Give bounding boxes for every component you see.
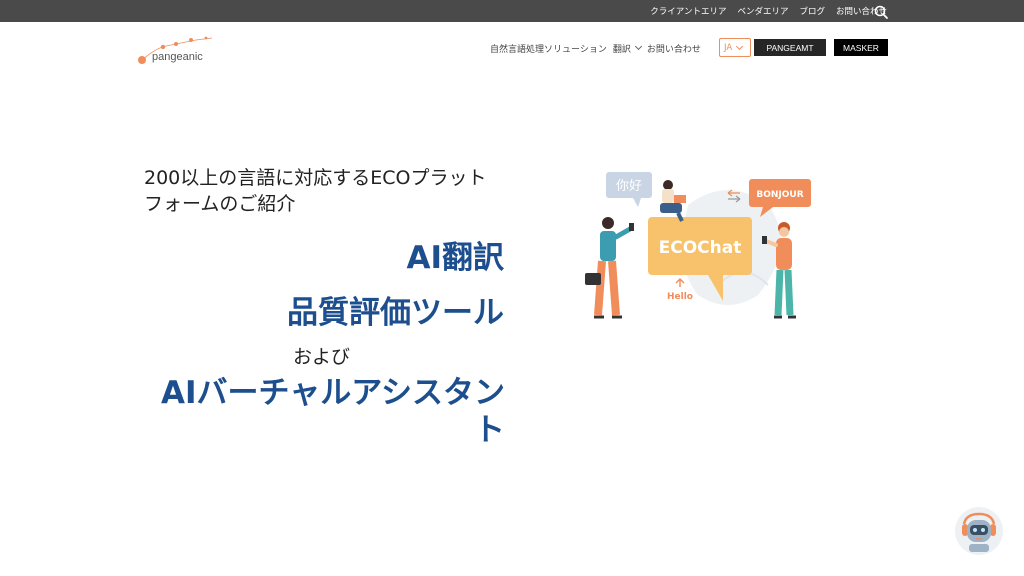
logo-text[interactable]: pangeanic (152, 51, 203, 63)
blog-link[interactable]: ブログ (799, 5, 825, 17)
main-header: pangeanic 自然言語処理ソリューション 翻訳 お問い合わせ JA PAN… (0, 22, 1024, 72)
hello-text: Hello (667, 292, 693, 302)
and-text: および (293, 346, 351, 368)
heading-ai-translation: AI翻訳 (406, 240, 504, 276)
vendor-area-link[interactable]: ベンダエリア (737, 5, 788, 17)
nav-contact[interactable]: お問い合わせ (647, 42, 701, 55)
masker-button[interactable]: MASKER (834, 39, 888, 56)
search-icon[interactable] (873, 4, 889, 20)
bonjour-bubble-text: BONJOUR (756, 190, 803, 200)
main-nav: 自然言語処理ソリューション 翻訳 お問い合わせ (490, 39, 707, 57)
ecochat-illustration: 你好 BONJOUR ECOChat Hello (585, 172, 811, 319)
nav-nlp-solutions[interactable]: 自然言語処理ソリューション (490, 42, 607, 55)
heading-virtual-assistant: AIバーチャルアシスタント (161, 375, 505, 448)
client-area-link[interactable]: クライアントエリア (650, 5, 726, 17)
chinese-bubble-text: 你好 (616, 179, 642, 194)
nav-translation[interactable]: 翻訳 (613, 42, 642, 55)
pangeamt-button[interactable]: PANGEAMT (754, 39, 826, 56)
heading-quality-tool: 品質評価ツール (287, 295, 504, 331)
language-selector[interactable]: JA (719, 38, 751, 57)
sitting-person (660, 180, 686, 222)
chevron-down-icon (736, 42, 744, 50)
chevron-down-icon (634, 42, 642, 51)
ecochat-bubble-text: ECOChat (659, 238, 742, 258)
chatbot-assistant-icon[interactable] (954, 506, 1004, 556)
man-with-bag (585, 217, 634, 319)
utility-links: クライアントエリア ベンダエリア ブログ お問い合わせ (650, 0, 887, 22)
top-utility-bar: クライアントエリア ベンダエリア ブログ お問い合わせ (0, 0, 1024, 22)
hero-intro: 200以上の言語に対応するECOプラットフォームのご紹介 (144, 167, 487, 215)
